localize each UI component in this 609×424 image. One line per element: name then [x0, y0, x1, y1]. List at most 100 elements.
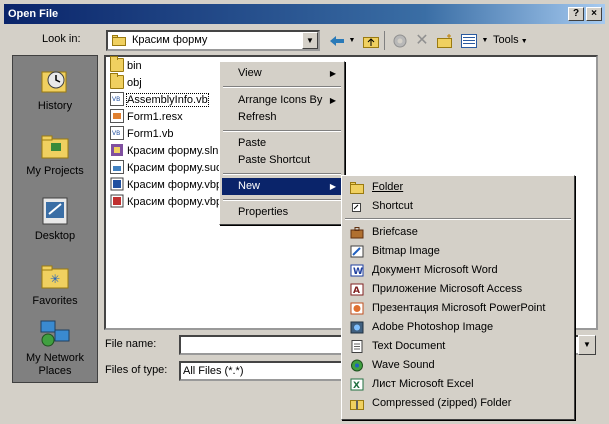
folder-icon — [110, 73, 124, 89]
submenu-item-label: Лист Microsoft Excel — [372, 378, 474, 390]
submenu-item-label: Briefcase — [372, 226, 418, 238]
my-projects-icon — [39, 131, 71, 161]
submenu-arrow-icon: ▶ — [329, 182, 336, 191]
list-item[interactable]: Красим форму.vbpr — [110, 177, 226, 193]
menu-separator — [345, 218, 571, 220]
back-icon[interactable] — [328, 31, 346, 50]
history-icon — [39, 66, 71, 96]
submenu-item-label: Wave Sound — [372, 359, 435, 371]
excel-icon: X — [350, 378, 364, 391]
chevron-down-icon[interactable]: ▼ — [578, 335, 596, 355]
submenu-item-bitmap[interactable]: Bitmap Image — [344, 242, 572, 261]
submenu-arrow-icon: ▶ — [329, 96, 336, 105]
list-item[interactable]: VB Form1.vb — [110, 126, 173, 142]
list-item[interactable]: Красим форму.sln — [110, 143, 218, 159]
shortcut-icon — [350, 200, 364, 213]
svg-text:A: A — [353, 286, 360, 296]
window-title: Open File — [8, 8, 59, 20]
svg-text:VB: VB — [112, 130, 120, 137]
new-folder-icon[interactable] — [435, 31, 455, 50]
open-file-dialog: Open File ? × Look in: Красим форму ▼ ▼ … — [0, 0, 609, 424]
submenu-item-label: Folder — [372, 181, 404, 193]
wave-sound-icon — [350, 359, 364, 372]
svg-text:VB: VB — [112, 96, 120, 103]
title-bar[interactable]: Open File — [4, 4, 605, 24]
tools-menu[interactable]: Tools ▼ — [493, 31, 531, 50]
list-item[interactable]: Красим форму.suo — [110, 160, 222, 176]
vbproj-file-icon — [110, 194, 124, 208]
menu-item-view[interactable]: View ▶ — [222, 65, 342, 82]
up-folder-icon[interactable] — [361, 31, 381, 50]
list-item[interactable]: VB AssemblyInfo.vb — [110, 92, 209, 108]
context-menu: View ▶ Arrange Icons By ▶ Refresh Paste Pa… — [219, 61, 345, 225]
vb-file-icon: VB — [110, 126, 124, 140]
menu-item-paste[interactable]: Paste — [222, 135, 342, 152]
filename-label-text: File name: — [105, 338, 157, 350]
views-icon[interactable] — [459, 31, 479, 50]
place-label: My Projects — [26, 165, 84, 177]
menu-item-paste-shortcut[interactable]: Paste Shortcut — [222, 152, 342, 169]
resx-file-icon — [110, 109, 124, 123]
submenu-item-powerpoint[interactable]: Презентация Microsoft PowerPoint — [344, 299, 572, 318]
place-my-projects[interactable]: My Projects — [13, 131, 97, 177]
vb-file-icon: VB — [110, 92, 124, 106]
folder-icon — [110, 56, 124, 72]
help-button[interactable]: ? — [568, 7, 584, 21]
submenu-item-folder[interactable]: Folder — [344, 178, 572, 197]
filetype-select[interactable]: All Files (*.*) — [179, 361, 359, 381]
file-name: bin — [127, 60, 142, 72]
back-dropdown-icon[interactable]: ▼ — [347, 31, 357, 50]
submenu-item-zip[interactable]: Compressed (zipped) Folder — [344, 394, 572, 413]
photoshop-icon — [350, 321, 364, 334]
menu-separator — [223, 130, 341, 132]
place-desktop[interactable]: Desktop — [13, 196, 97, 242]
menu-item-properties[interactable]: Properties — [222, 204, 342, 221]
submenu-item-wave[interactable]: Wave Sound — [344, 356, 572, 375]
folder-icon — [350, 181, 364, 194]
filetype-label: Files of type: — [105, 364, 168, 376]
close-button[interactable]: × — [586, 7, 602, 21]
submenu-item-excel[interactable]: X Лист Microsoft Excel — [344, 375, 572, 394]
place-label: Favorites — [32, 295, 78, 307]
menu-item-label: View — [238, 67, 262, 79]
views-dropdown-icon[interactable]: ▼ — [480, 31, 490, 50]
lookin-value: Красим форму — [132, 34, 208, 46]
place-label: Desktop — [34, 230, 76, 242]
network-places-icon — [39, 318, 71, 348]
list-item[interactable]: Form1.resx — [110, 109, 183, 125]
submenu-item-access[interactable]: A Приложение Microsoft Access — [344, 280, 572, 299]
file-name: Красим форму.vbpr — [127, 196, 226, 208]
tools-label: Tools — [493, 34, 519, 46]
submenu-item-shortcut[interactable]: Shortcut — [344, 197, 572, 216]
submenu-item-briefcase[interactable]: Briefcase — [344, 223, 572, 242]
delete-icon[interactable]: ✕ — [412, 31, 432, 50]
favorites-icon: ✳ — [39, 261, 71, 291]
list-item[interactable]: bin — [110, 56, 142, 74]
access-icon: A — [350, 283, 364, 296]
list-item[interactable]: Красим форму.vbpr — [110, 194, 226, 210]
submenu-item-label: Shortcut — [372, 200, 413, 212]
file-name: Красим форму.vbpr — [127, 179, 226, 191]
place-history[interactable]: History — [13, 66, 97, 112]
submenu-item-word[interactable]: W Документ Microsoft Word — [344, 261, 572, 280]
menu-item-label: Paste — [238, 137, 267, 149]
menu-item-refresh[interactable]: Refresh — [222, 109, 342, 126]
desktop-icon — [39, 196, 71, 226]
new-submenu: Folder Shortcut Briefcase Bitmap Image W… — [341, 175, 575, 420]
chevron-down-icon[interactable]: ▼ — [302, 32, 318, 49]
word-icon: W — [350, 264, 364, 277]
place-network[interactable]: My Network Places — [13, 318, 97, 378]
submenu-item-photoshop[interactable]: Adobe Photoshop Image — [344, 318, 572, 337]
file-name: Красим форму.suo — [127, 162, 223, 174]
suo-file-icon — [110, 160, 124, 174]
place-favorites[interactable]: ✳ Favorites — [13, 261, 97, 307]
search-web-icon[interactable] — [390, 31, 410, 50]
lookin-combo[interactable]: Красим форму ▼ — [106, 30, 320, 51]
menu-item-new[interactable]: New ▶ — [222, 178, 342, 195]
submenu-item-label: Compressed (zipped) Folder — [372, 397, 512, 409]
menu-item-arrange-icons[interactable]: Arrange Icons By ▶ — [222, 92, 342, 109]
menu-item-label: Properties — [238, 206, 289, 218]
submenu-item-text[interactable]: Text Document — [344, 337, 572, 356]
submenu-item-label: Text Document — [372, 340, 446, 352]
list-item[interactable]: obj — [110, 73, 142, 91]
